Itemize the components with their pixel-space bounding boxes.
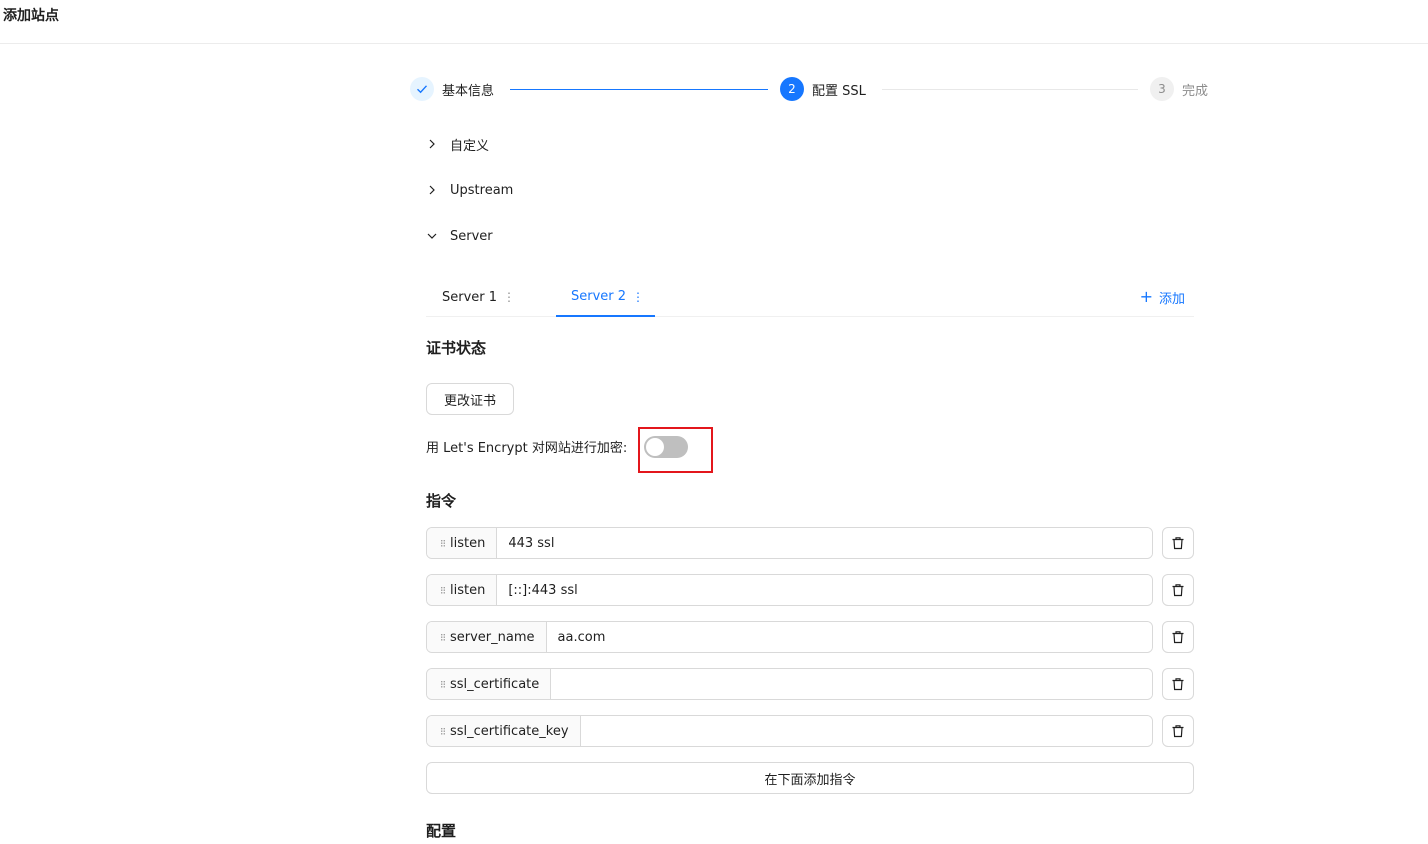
chevron-down-icon (426, 230, 438, 242)
collapse-label: Server (450, 228, 493, 244)
directive-value-input[interactable] (497, 575, 1152, 605)
collapse-upstream[interactable]: Upstream (426, 179, 513, 201)
trash-icon (1172, 678, 1184, 691)
step-number: 2 (780, 77, 804, 101)
delete-directive-button[interactable] (1162, 715, 1194, 747)
tab-label: Server 2 (571, 289, 627, 304)
drag-handle-icon[interactable]: ⁝⁝ (440, 678, 446, 691)
tab-label: Server 1 (442, 289, 498, 305)
step-label: 完成 (1182, 83, 1209, 99)
directive-name[interactable]: ⁝⁝ listen (427, 575, 498, 605)
trash-icon (1172, 537, 1184, 550)
directive-row: ⁝⁝ ssl_certificate (426, 668, 1194, 700)
directive-row: ⁝⁝ server_name (426, 621, 1194, 653)
step-connector (510, 89, 768, 90)
page-header: 添加站点 (0, 0, 1428, 44)
directive-name[interactable]: ⁝⁝ ssl_certificate (427, 669, 552, 699)
drag-handle-icon[interactable]: ⁝⁝ (440, 584, 446, 597)
config-title: 配置 (426, 822, 457, 840)
more-vertical-icon[interactable]: ⋮ (632, 290, 644, 304)
delete-directive-button[interactable] (1162, 527, 1194, 559)
directive-name-text: ssl_certificate_key (450, 723, 569, 739)
directive-name-text: server_name (450, 629, 535, 645)
trash-icon (1172, 584, 1184, 597)
delete-directive-button[interactable] (1162, 574, 1194, 606)
directive-name[interactable]: ⁝⁝ server_name (427, 622, 547, 652)
directive-name-text: listen (450, 535, 486, 551)
tab-server-2[interactable]: Server 2 ⋮ (556, 278, 655, 317)
directive-input-group: ⁝⁝ ssl_certificate (426, 668, 1153, 700)
directive-value-input[interactable] (497, 528, 1152, 558)
directive-input-group: ⁝⁝ listen (426, 527, 1153, 559)
add-directive-below-button[interactable]: 在下面添加指令 (426, 762, 1194, 794)
step-basic-info[interactable]: 基本信息 (410, 77, 494, 101)
directive-name[interactable]: ⁝⁝ ssl_certificate_key (427, 716, 581, 746)
directive-input-group: ⁝⁝ server_name (426, 621, 1153, 653)
delete-directive-button[interactable] (1162, 668, 1194, 700)
change-cert-button[interactable]: 更改证书 (426, 383, 514, 415)
collapse-server[interactable]: Server (426, 225, 493, 247)
collapse-label: 自定义 (450, 138, 490, 154)
directive-input-group: ⁝⁝ ssl_certificate_key (426, 715, 1153, 747)
add-server-label: 添加 (1158, 291, 1185, 307)
letsencrypt-label: 用 Let's Encrypt 对网站进行加密: (426, 440, 628, 456)
directive-row: ⁝⁝ listen (426, 574, 1194, 606)
step-config-ssl[interactable]: 2 配置 SSL (780, 77, 866, 101)
server-tabs: Server 1 ⋮ Server 2 ⋮ + 添加 (426, 278, 1194, 317)
directive-name-text: ssl_certificate (450, 676, 540, 692)
collapse-label: Upstream (450, 182, 514, 198)
highlight-box (638, 427, 713, 473)
drag-handle-icon[interactable]: ⁝⁝ (440, 537, 446, 550)
step-label: 基本信息 (442, 83, 495, 99)
delete-directive-button[interactable] (1162, 621, 1194, 653)
directive-value-input[interactable] (551, 669, 1152, 699)
directives-title: 指令 (426, 492, 457, 510)
collapse-custom[interactable]: 自定义 (426, 133, 489, 155)
trash-icon (1172, 631, 1184, 644)
chevron-right-icon (426, 138, 438, 150)
directive-row: ⁝⁝ ssl_certificate_key (426, 715, 1194, 747)
directive-name[interactable]: ⁝⁝ listen (427, 528, 498, 558)
directive-value-input[interactable] (580, 716, 1152, 746)
add-server-button[interactable]: + 添加 (1140, 278, 1185, 316)
directive-input-group: ⁝⁝ listen (426, 574, 1153, 606)
step-finish[interactable]: 3 完成 (1150, 77, 1208, 101)
more-vertical-icon[interactable]: ⋮ (503, 290, 515, 304)
directive-row: ⁝⁝ listen (426, 527, 1194, 559)
directive-name-text: listen (450, 582, 486, 598)
add-site-page: 添加站点 基本信息 2 配置 SSL 3 完成 自定义 Upstream Ser… (0, 0, 1428, 844)
steps: 基本信息 2 配置 SSL 3 完成 (410, 77, 1210, 101)
chevron-right-icon (426, 184, 438, 196)
page-title: 添加站点 (3, 8, 59, 24)
check-icon (410, 77, 434, 101)
cert-status-title: 证书状态 (426, 339, 487, 357)
step-label: 配置 SSL (812, 83, 866, 99)
trash-icon (1172, 725, 1184, 738)
step-connector (882, 89, 1138, 90)
directive-value-input[interactable] (546, 622, 1152, 652)
drag-handle-icon[interactable]: ⁝⁝ (440, 725, 446, 738)
tab-server-1[interactable]: Server 1 ⋮ (442, 278, 515, 316)
plus-icon: + (1139, 287, 1153, 306)
step-number: 3 (1150, 77, 1174, 101)
drag-handle-icon[interactable]: ⁝⁝ (440, 631, 446, 644)
